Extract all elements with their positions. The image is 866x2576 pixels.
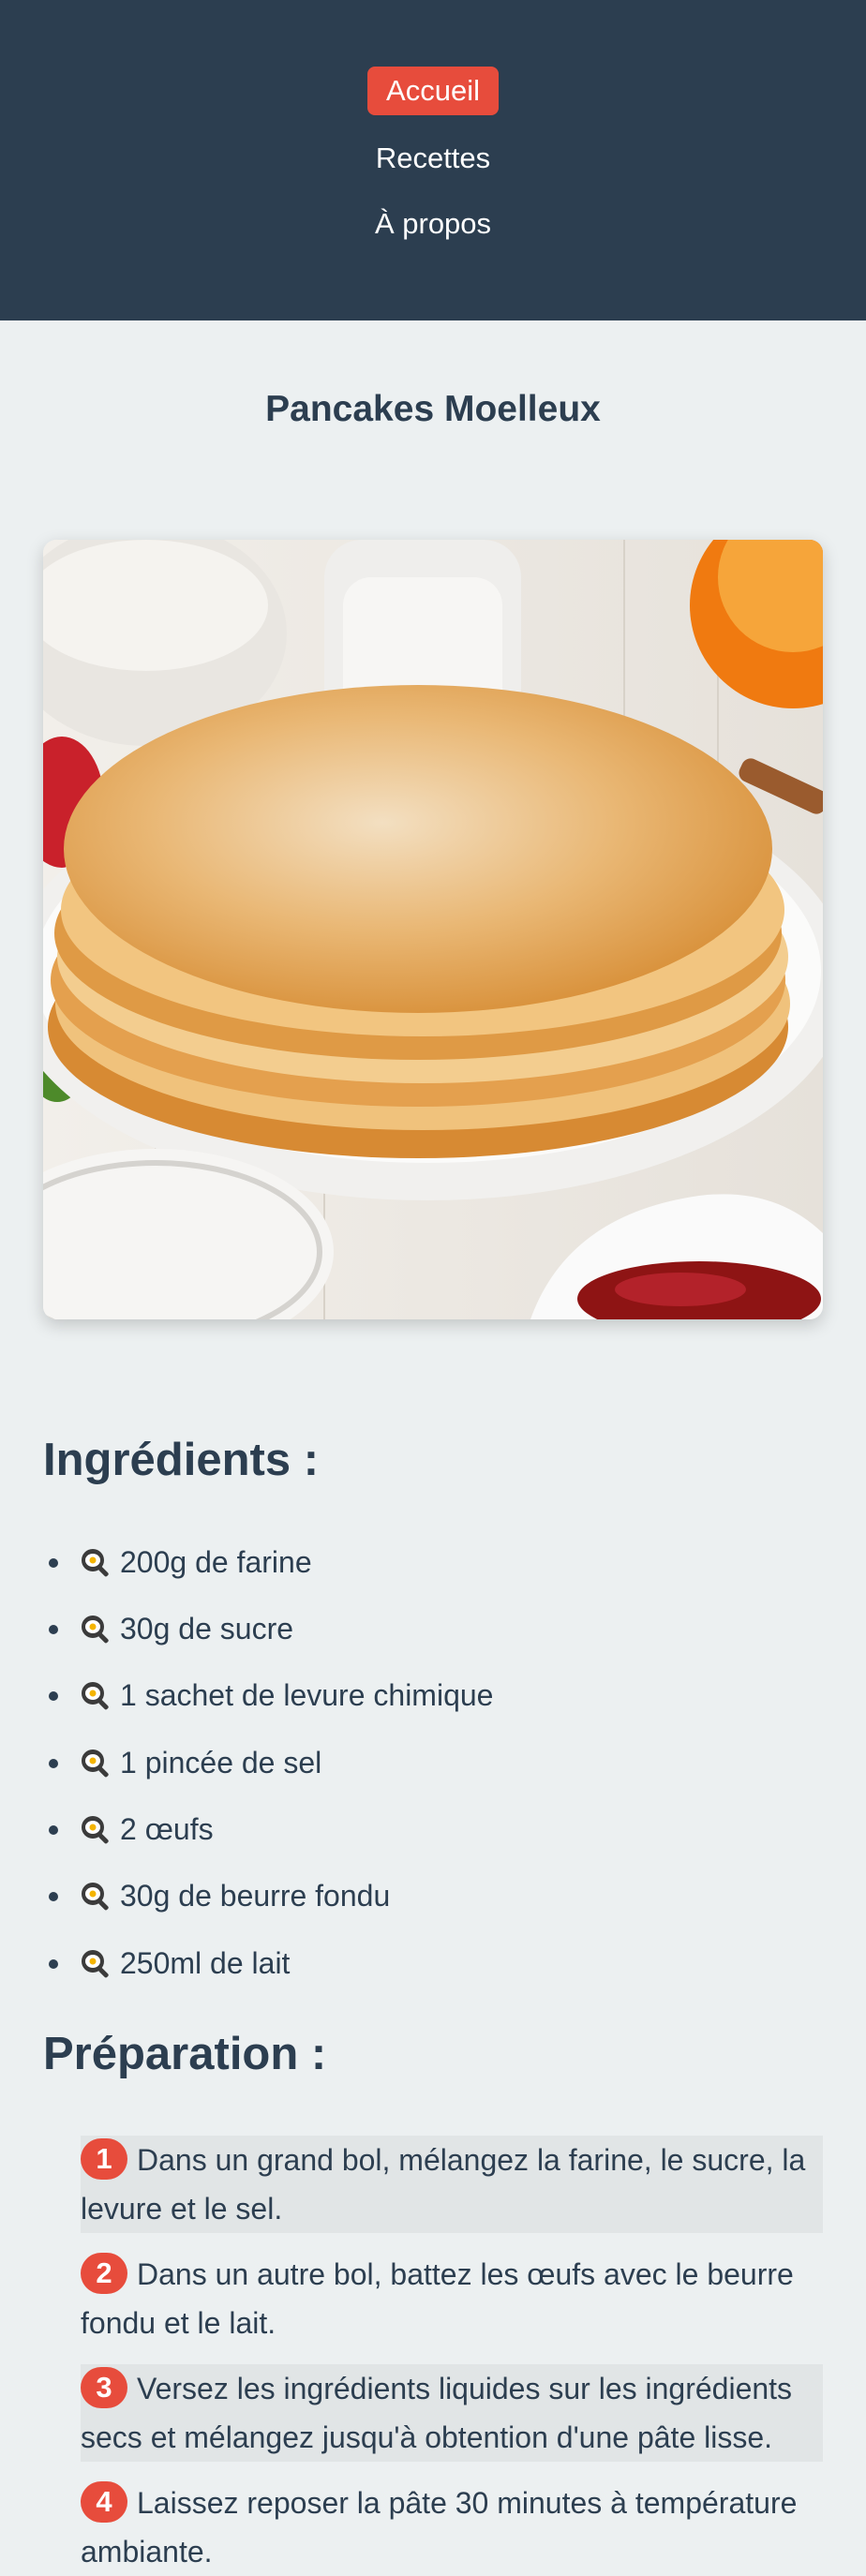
- step-text: Dans un autre bol, battez les œufs avec …: [81, 2257, 794, 2340]
- frying-pan-egg-icon: [82, 1681, 109, 1709]
- list-item: 250ml de lait: [49, 1943, 290, 1984]
- bullet: [49, 1958, 58, 1969]
- step-number: 1: [81, 2138, 127, 2180]
- frying-pan-egg-icon: [82, 1615, 109, 1643]
- bullet: [49, 1824, 58, 1835]
- step-text: Dans un grand bol, mélangez la farine, l…: [81, 2143, 806, 2226]
- ingredients-heading: Ingrédients :: [43, 1435, 320, 1485]
- bullet: [49, 1690, 58, 1701]
- ingredient-text: 30g de beurre fondu: [120, 1879, 391, 1913]
- list-item: 200g de farine: [49, 1541, 312, 1583]
- step-item: 3 Versez les ingrédients liquides sur les…: [81, 2364, 823, 2462]
- nav-about-link[interactable]: À propos: [356, 200, 510, 248]
- list-item: 2 œufs: [49, 1809, 214, 1850]
- step-text: Laissez reposer la pâte 30 minutes à tem…: [81, 2486, 798, 2569]
- ingredient-text: 250ml de lait: [120, 1946, 291, 1980]
- frying-pan-egg-icon: [82, 1749, 109, 1777]
- list-item: 1 sachet de levure chimique: [49, 1675, 493, 1716]
- ingredient-text: 1 pincée de sel: [120, 1746, 322, 1779]
- list-item: 1 pincée de sel: [49, 1742, 321, 1783]
- bullet: [49, 1624, 58, 1634]
- step-text: Versez les ingrédients liquides sur les …: [81, 2372, 793, 2454]
- step-number: 2: [81, 2253, 127, 2294]
- preparation-heading: Préparation :: [43, 2029, 327, 2079]
- frying-pan-egg-icon: [82, 1548, 109, 1576]
- list-item: 30g de beurre fondu: [49, 1875, 390, 1916]
- step-item: 4 Laissez reposer la pâte 30 minutes à te…: [81, 2479, 823, 2576]
- ingredient-text: 2 œufs: [120, 1812, 214, 1846]
- bullet: [49, 1758, 58, 1768]
- site-header: Accueil Recettes À propos: [0, 0, 866, 320]
- step-item: 2 Dans un autre bol, battez les œufs avec…: [81, 2250, 823, 2347]
- bullet: [49, 1891, 58, 1901]
- frying-pan-egg-icon: [82, 1949, 109, 1977]
- ingredient-text: 1 sachet de levure chimique: [120, 1678, 494, 1712]
- bullet: [49, 1557, 58, 1568]
- recipe-photo: [43, 540, 823, 1319]
- nav-home-link[interactable]: Accueil: [367, 67, 499, 115]
- frying-pan-egg-icon: [82, 1882, 109, 1910]
- step-item: 1 Dans un grand bol, mélangez la farine, …: [81, 2136, 823, 2233]
- step-number: 4: [81, 2481, 127, 2523]
- ingredient-text: 30g de sucre: [120, 1612, 294, 1645]
- nav-recipes-link[interactable]: Recettes: [357, 134, 509, 183]
- frying-pan-egg-icon: [82, 1815, 109, 1843]
- step-number: 3: [81, 2367, 127, 2408]
- page-title: Pancakes Moelleux: [265, 389, 601, 429]
- ingredient-text: 200g de farine: [120, 1545, 312, 1579]
- list-item: 30g de sucre: [49, 1608, 293, 1649]
